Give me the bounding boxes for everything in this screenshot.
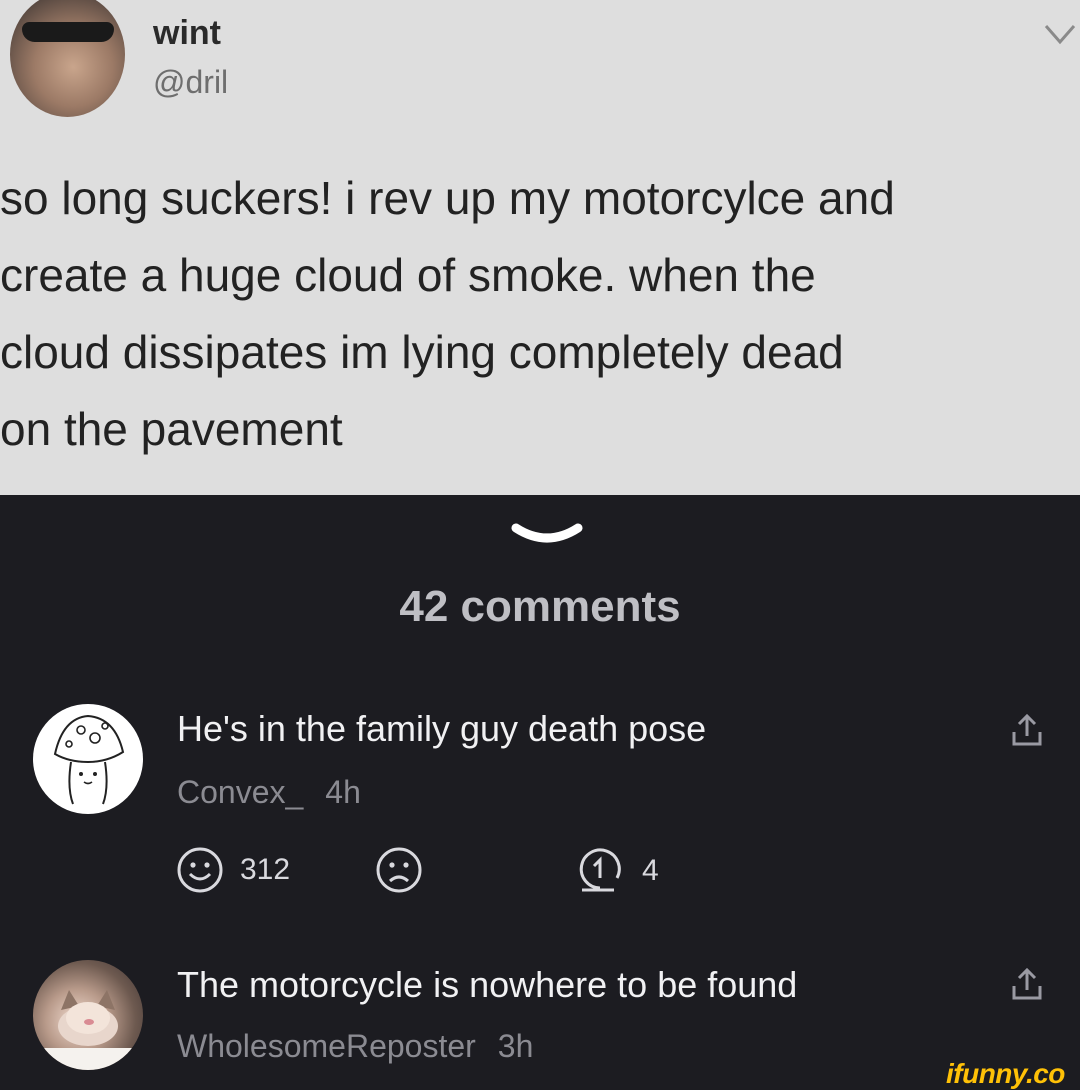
cat-avatar-icon bbox=[33, 990, 143, 1070]
comment-text: He's in the family guy death pose bbox=[177, 708, 707, 749]
tweet-avatar bbox=[10, 0, 125, 117]
frown-icon bbox=[376, 847, 422, 893]
tweet-screenshot: wint @dril so long suckers! i rev up my … bbox=[0, 0, 1080, 495]
unsmile-button[interactable] bbox=[375, 846, 423, 894]
avatar[interactable] bbox=[33, 704, 143, 814]
watermark-logo: ifunny.co bbox=[946, 1058, 1065, 1089]
tweet-text: so long suckers! i rev up my motorcylce … bbox=[0, 172, 895, 455]
comment-item: The motorcycle is nowhere to be found Wh… bbox=[0, 958, 1080, 1088]
comment-text: The motorcycle is nowhere to be found bbox=[177, 964, 798, 1005]
chevron-down-icon bbox=[1044, 25, 1076, 45]
comment-meta: Convex_ 4h bbox=[177, 774, 361, 811]
sunglasses-graphic bbox=[22, 22, 114, 42]
comment-author[interactable]: WholesomeReposter bbox=[177, 1028, 476, 1064]
reply-count: 4 bbox=[642, 854, 659, 887]
smile-button[interactable]: 312 bbox=[176, 846, 290, 894]
share-icon[interactable] bbox=[1010, 712, 1044, 750]
share-icon[interactable] bbox=[1010, 966, 1044, 1004]
comments-count: 42 comments bbox=[399, 582, 681, 631]
smile-icon bbox=[177, 847, 223, 893]
reply-button[interactable]: 4 bbox=[576, 846, 659, 896]
tweet-author-handle: @dril bbox=[153, 64, 229, 100]
smile-count: 312 bbox=[240, 853, 291, 886]
collapse-handle-icon[interactable] bbox=[510, 520, 584, 550]
tweet-author-name: wint bbox=[153, 14, 221, 52]
comment-item: He's in the family guy death pose Convex… bbox=[0, 700, 1080, 900]
comment-meta: WholesomeReposter 3h bbox=[177, 1028, 533, 1065]
reply-icon bbox=[579, 848, 621, 892]
comment-time: 4h bbox=[325, 774, 361, 810]
mushroom-avatar-icon bbox=[53, 714, 125, 805]
comment-time: 3h bbox=[497, 1028, 534, 1064]
comment-author[interactable]: Convex_ bbox=[177, 774, 303, 810]
avatar[interactable] bbox=[33, 960, 143, 1070]
